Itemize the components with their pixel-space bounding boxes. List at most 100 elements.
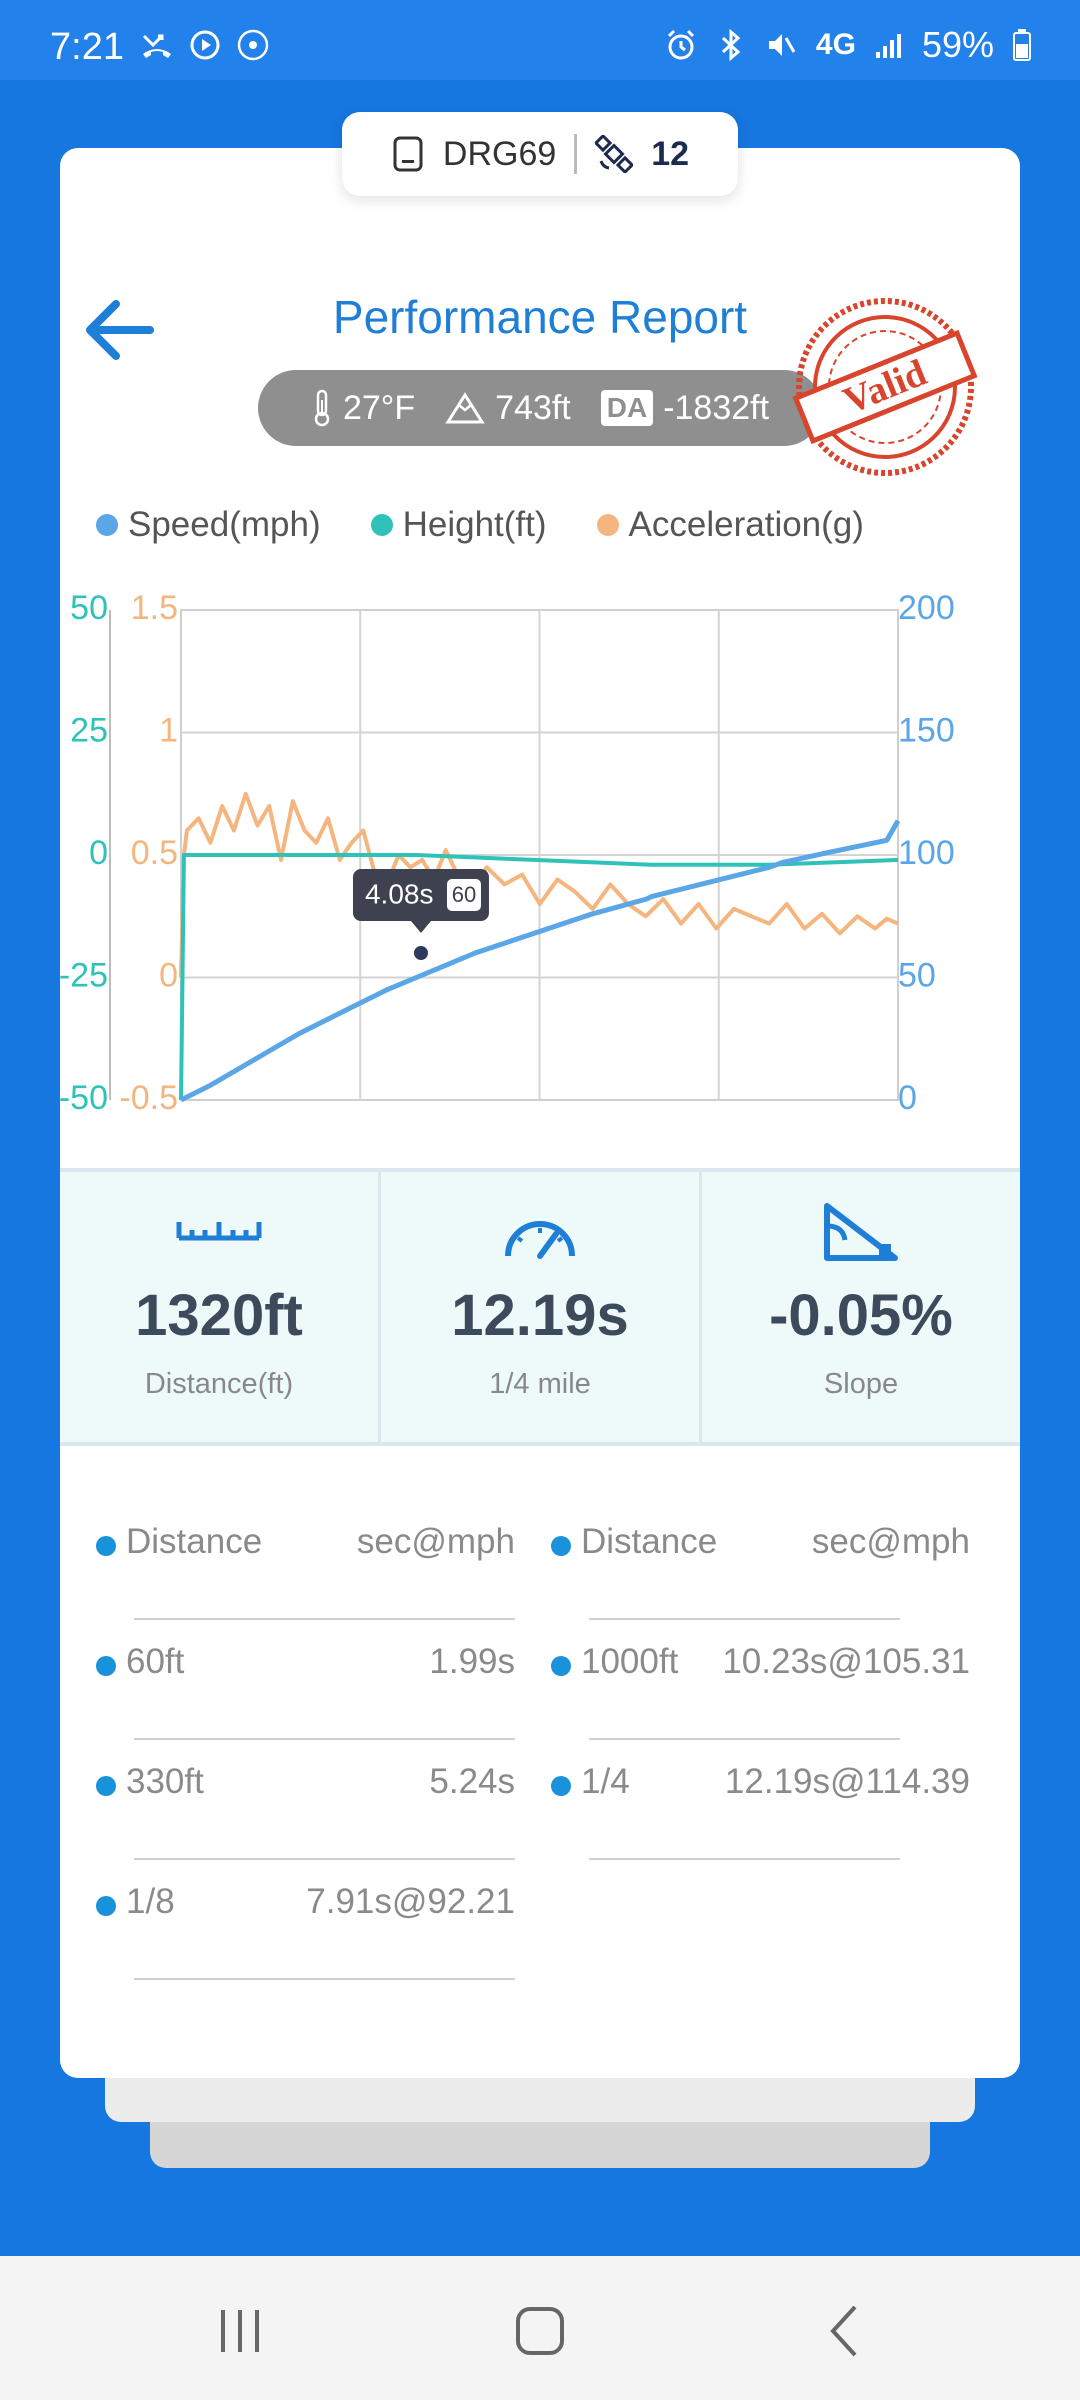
header-secmph: sec@mph xyxy=(811,1522,970,1561)
header-distance: Distance xyxy=(126,1522,263,1561)
distance-value: 1320ft xyxy=(135,1283,303,1348)
bullet-dot xyxy=(551,1776,571,1796)
legend-speed[interactable]: Speed(mph) xyxy=(96,505,321,545)
acceleration-tick-label: 1.5 xyxy=(131,589,178,627)
acceleration-tick-label: 0.5 xyxy=(131,834,178,872)
split-value: 5.24s xyxy=(429,1762,515,1801)
split-name: 330ft xyxy=(126,1762,204,1801)
split-name: 60ft xyxy=(126,1642,185,1681)
splits-header-right: Distance sec@mph xyxy=(515,1500,970,1620)
table-row: 1/4 12.19s@114.39 xyxy=(515,1740,970,1860)
tooltip-time: 4.08s xyxy=(365,878,434,909)
row-divider xyxy=(134,1978,515,1980)
status-bar: 7:21 4G 59% xyxy=(0,0,1080,80)
tooltip-speed: 60 xyxy=(452,882,476,907)
slope-label: Slope xyxy=(823,1368,899,1400)
height-tick-label: 0 xyxy=(89,834,108,872)
row-divider xyxy=(589,1858,900,1860)
conditions-pill: 27°F 743ft DA -1832ft xyxy=(258,370,822,446)
table-row: 1000ft 10.23s@105.31 xyxy=(515,1620,970,1740)
performance-chart[interactable]: 50 25 0 -25 -50 1.5 1 0.5 0 -0.5 200 150 100 50 0 4.08… xyxy=(60,580,1020,1120)
bullet-dot xyxy=(96,1656,116,1676)
thermometer-icon xyxy=(314,389,330,427)
density-altitude: -1832ft xyxy=(663,388,770,427)
split-name: 1/4 xyxy=(581,1762,630,1801)
bullet-dot xyxy=(551,1536,571,1556)
split-name: 1/8 xyxy=(126,1882,175,1921)
battery-percent: 59% xyxy=(921,24,994,65)
pill-divider xyxy=(574,134,578,174)
bullet-dot xyxy=(96,1536,116,1556)
battery-icon xyxy=(1013,29,1031,61)
legend-speed-label: Speed(mph) xyxy=(128,505,321,544)
legend-speed-dot xyxy=(96,514,118,536)
stat-time: 12.19s 1/4 mile xyxy=(378,1172,699,1442)
speed-tick-label: 0 xyxy=(898,1079,917,1117)
legend-acceleration[interactable]: Acceleration(g) xyxy=(596,505,864,545)
elevation: 743ft xyxy=(495,388,571,427)
table-row: 60ft 1.99s xyxy=(60,1620,515,1740)
device-pill[interactable]: DRG69 12 xyxy=(342,112,738,196)
network-type: 4G xyxy=(815,28,856,61)
status-time: 7:21 xyxy=(50,26,124,68)
legend-height-label: Height(ft) xyxy=(402,505,547,544)
back-button[interactable] xyxy=(805,2296,885,2366)
legend-height[interactable]: Height(ft) xyxy=(370,505,547,545)
signal-icon xyxy=(875,34,901,58)
stats-panel: 1320ft Distance(ft) 12.19s 1/4 mile -0.0… xyxy=(60,1168,1020,1446)
header-distance: Distance xyxy=(581,1522,718,1561)
distance-label: Distance(ft) xyxy=(144,1368,294,1400)
alarm-icon xyxy=(667,29,694,60)
header-secmph: sec@mph xyxy=(356,1522,515,1561)
height-tick-label: -25 xyxy=(60,956,108,994)
legend-acceleration-dot xyxy=(596,514,619,536)
ruler-icon xyxy=(176,1222,262,1241)
slope-value: -0.05% xyxy=(769,1283,953,1348)
home-button[interactable] xyxy=(500,2296,580,2366)
time-value: 12.19s xyxy=(451,1283,629,1348)
device-id: DRG69 xyxy=(442,134,557,173)
temperature: 27°F xyxy=(342,388,416,427)
split-name: 1000ft xyxy=(581,1642,679,1681)
bullet-dot xyxy=(96,1776,116,1796)
back-icon xyxy=(830,2305,857,2357)
mountain-icon xyxy=(445,392,485,424)
height-tick-label: 25 xyxy=(70,711,108,749)
table-row: 330ft 5.24s xyxy=(60,1740,515,1860)
tooltip-point[interactable] xyxy=(411,944,430,962)
valid-stamp: Valid xyxy=(792,298,978,476)
home-icon xyxy=(516,2307,564,2355)
recent-apps-button[interactable] xyxy=(200,2296,280,2366)
speedometer-icon xyxy=(505,1221,575,1259)
acceleration-tick-label: 0 xyxy=(159,956,178,994)
height-tick-label: 50 xyxy=(70,589,108,627)
time-label: 1/4 mile xyxy=(489,1368,591,1400)
play-icon xyxy=(190,30,220,60)
app-notification-icon xyxy=(237,29,269,61)
bullet-dot xyxy=(551,1656,571,1676)
tooltip-pointer xyxy=(410,921,431,933)
speed-tick-label: 200 xyxy=(898,589,955,627)
system-nav-bar xyxy=(0,2256,1080,2400)
mute-icon xyxy=(768,34,796,56)
device-icon xyxy=(393,136,423,172)
bluetooth-icon xyxy=(721,28,741,62)
splits-right-column: Distance sec@mph 1000ft 10.23s@105.31 1/… xyxy=(515,1500,970,1860)
stat-slope: -0.05% Slope xyxy=(699,1172,1020,1442)
satellite-icon xyxy=(595,135,634,173)
stat-distance: 1320ft Distance(ft) xyxy=(60,1172,378,1442)
da-label: DA xyxy=(600,390,654,426)
speed-tick-label: 100 xyxy=(898,834,955,872)
table-row: 1/8 7.91s@92.21 xyxy=(60,1860,515,1980)
height-tick-label: -50 xyxy=(60,1079,108,1117)
splits-header-left: Distance sec@mph xyxy=(60,1500,515,1620)
speed-tick-label: 150 xyxy=(898,711,955,749)
split-value: 7.91s@92.21 xyxy=(306,1882,515,1921)
split-value: 1.99s xyxy=(429,1642,515,1681)
recent-apps-icon xyxy=(221,2310,259,2352)
splits-left-column: Distance sec@mph 60ft 1.99s 330ft 5.24s … xyxy=(60,1500,515,1980)
speed-tick-label: 50 xyxy=(898,956,936,994)
legend-acceleration-label: Acceleration(g) xyxy=(628,505,864,544)
split-value: 12.19s@114.39 xyxy=(724,1762,970,1801)
legend-height-dot xyxy=(370,514,393,536)
